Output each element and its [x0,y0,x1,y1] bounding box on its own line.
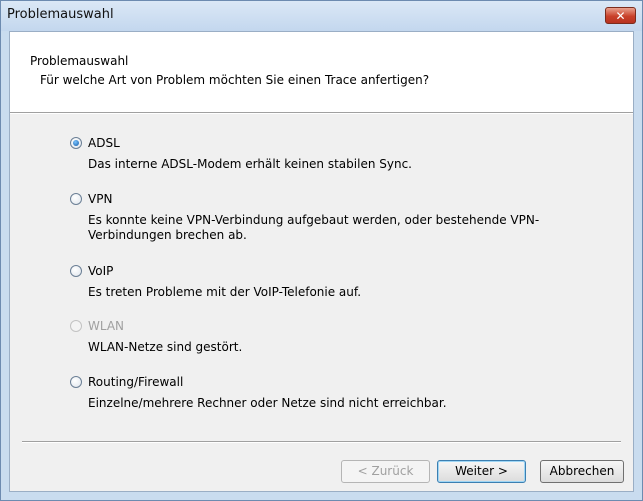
radio-voip[interactable] [70,265,82,277]
option-vpn: VPN Es konnte keine VPN-Verbindung aufge… [70,190,568,243]
option-label[interactable]: Routing/Firewall [88,375,183,389]
option-voip: VoIP Es treten Probleme mit der VoIP-Tel… [70,262,568,300]
dialog-window: Problemauswahl ✕ Problemauswahl Für welc… [0,0,643,501]
page-subtitle: Für welche Art von Problem möchten Sie e… [40,73,430,87]
wizard-header: Problemauswahl Für welche Art von Proble… [10,32,633,112]
option-adsl: ADSL Das interne ADSL-Modem erhält keine… [70,134,568,172]
radio-wlan [70,320,82,332]
option-description: WLAN-Netze sind gestört. [88,340,243,354]
next-button[interactable]: Weiter > [437,460,526,483]
option-label[interactable]: VoIP [88,264,113,278]
back-button[interactable]: < Zurück [341,460,430,483]
radio-vpn[interactable] [70,193,82,205]
option-label: WLAN [88,319,125,333]
page-title: Problemauswahl [30,54,129,68]
close-icon: ✕ [615,9,626,23]
option-description: Einzelne/mehrere Rechner oder Netze sind… [88,396,447,410]
option-description: Das interne ADSL-Modem erhält keinen sta… [88,157,412,171]
option-description: Es konnte keine VPN-Verbindung aufgebaut… [88,213,540,242]
option-description: Es treten Probleme mit der VoIP-Telefoni… [88,285,362,299]
cancel-button[interactable]: Abbrechen [540,460,624,483]
dialog-content: Problemauswahl Für welche Art von Proble… [9,31,634,492]
option-routing-firewall: Routing/Firewall Einzelne/mehrere Rechne… [70,373,568,411]
title-bar: Problemauswahl ✕ [1,1,642,31]
close-button[interactable]: ✕ [605,7,636,24]
radio-adsl[interactable] [70,137,82,149]
radio-routing-firewall[interactable] [70,376,82,388]
window-title: Problemauswahl [7,7,114,22]
option-wlan: WLAN WLAN-Netze sind gestört. [70,317,568,355]
header-divider [10,112,633,114]
footer-divider [22,441,621,443]
option-label[interactable]: ADSL [88,136,120,150]
option-label[interactable]: VPN [88,192,112,206]
